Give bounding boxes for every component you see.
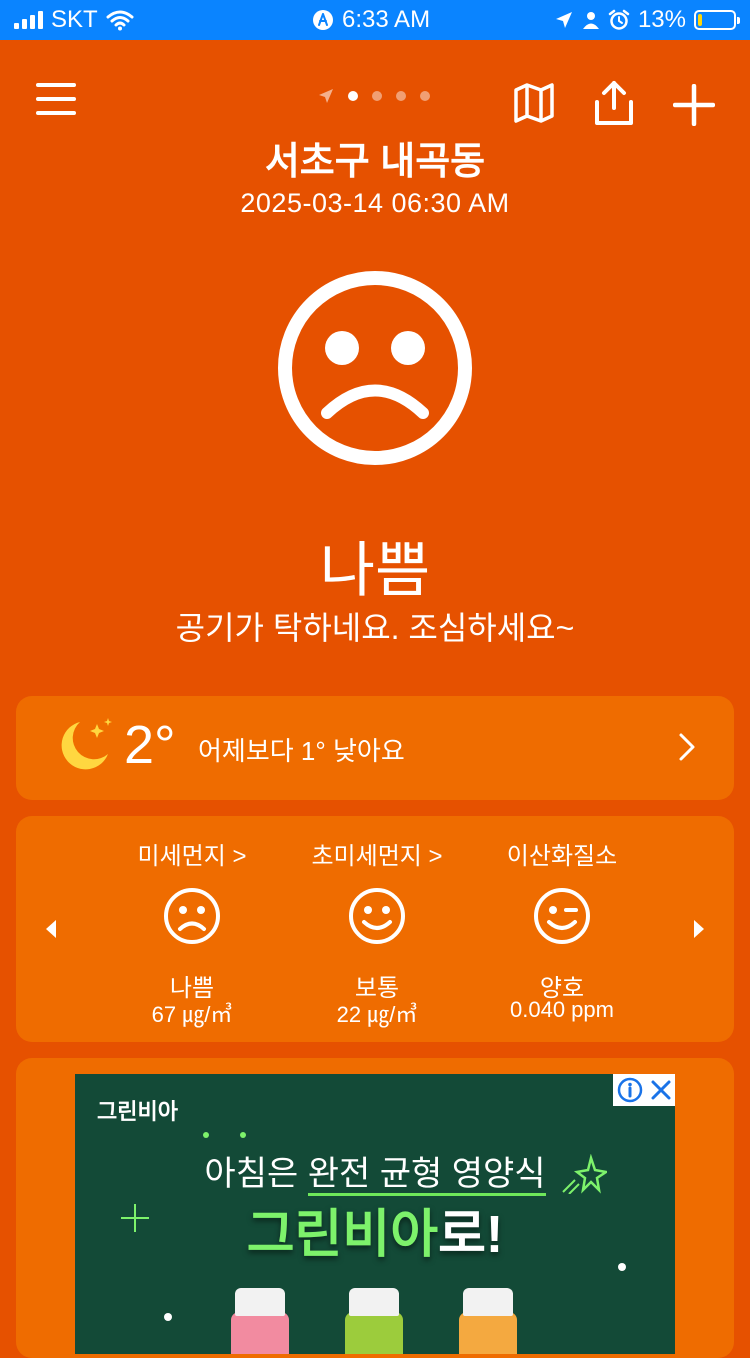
ad-brand-logo: 그린비아 — [97, 1099, 178, 1124]
person-icon — [582, 12, 599, 29]
air-item-value: 67 ㎍/㎥ — [151, 1002, 233, 1027]
map-icon[interactable] — [513, 82, 555, 124]
air-item-name: 초미세먼지 > — [311, 843, 443, 870]
sad-face-icon — [278, 271, 472, 465]
ad-brand-suffix: 로! — [438, 1206, 504, 1264]
moon-icon — [61, 718, 112, 770]
temperature: 2° — [124, 715, 176, 775]
battery-fill — [698, 14, 702, 26]
status-time: 6:33 AM — [342, 6, 431, 33]
app-store-icon — [313, 10, 333, 30]
sparkle-dot-icon — [164, 1313, 172, 1321]
ad-headline-prefix: 아침은 — [204, 1155, 308, 1193]
ad-controls — [613, 1074, 675, 1106]
battery-percent: 13% — [637, 6, 686, 33]
smile-face-icon — [349, 888, 405, 944]
menu-icon[interactable] — [36, 82, 76, 116]
ad-headline: 아침은 완전 균형 영양식 — [75, 1146, 675, 1196]
alarm-icon — [608, 9, 630, 30]
page-indicator — [318, 88, 430, 104]
chevron-right-icon[interactable] — [678, 732, 696, 762]
status-bar: SKT 6:33 AM 13% — [0, 0, 750, 40]
location-title[interactable]: 서초구 내곡동 — [0, 130, 750, 185]
ad-brand-title: 그린비아로! — [75, 1192, 675, 1267]
page-dot[interactable] — [372, 91, 382, 101]
product-bottle-orange — [459, 1288, 517, 1354]
status-right: 13% — [554, 6, 740, 34]
wink-face-icon — [534, 888, 590, 944]
wifi-icon — [106, 10, 134, 31]
carrier-label: SKT — [51, 6, 98, 33]
air-item-value: 22 ㎍/㎥ — [336, 1002, 418, 1027]
status-center: 6:33 AM — [312, 6, 430, 34]
ad-brand-name: 그린비아 — [246, 1206, 439, 1264]
status-left: SKT — [14, 6, 134, 34]
page-dot[interactable] — [348, 91, 358, 101]
weather-card[interactable]: 2° 어제보다 1° 낮아요 — [16, 696, 734, 800]
ad-banner[interactable]: 그린비아 아침은 완전 균형 영양식 그린비아로! — [75, 1074, 675, 1354]
air-item-name: 미세먼지 > — [137, 843, 247, 870]
air-item-value: 0.040 ppm — [510, 997, 614, 1022]
page-dot[interactable] — [396, 91, 406, 101]
measurement-time: 2025-03-14 06:30 AM — [240, 188, 510, 218]
current-location-icon — [319, 89, 333, 103]
page-dot[interactable] — [420, 91, 430, 101]
sad-face-icon — [164, 888, 220, 944]
close-icon[interactable] — [650, 1079, 672, 1101]
arrow-right-icon[interactable] — [692, 918, 706, 940]
product-bottle-pink — [231, 1288, 289, 1354]
location-arrow-icon — [555, 12, 572, 28]
sparkle-dot-icon — [618, 1263, 626, 1271]
sparkle-dot-icon — [203, 1132, 246, 1138]
air-quality-card: 미세먼지 > 나쁨 67 ㎍/㎥ 초미세먼지 > 보통 22 ㎍/㎥ 이산화질소… — [16, 816, 734, 1042]
ad-headline-underlined: 완전 균형 영양식 — [307, 1155, 546, 1196]
info-icon[interactable] — [617, 1077, 643, 1103]
cellular-signal-icon — [14, 11, 43, 29]
temperature-comparison: 어제보다 1° 낮아요 — [198, 736, 405, 766]
air-item-name: 이산화질소 — [506, 843, 618, 870]
arrow-left-icon[interactable] — [44, 918, 58, 940]
air-grade: 나쁨 — [319, 537, 431, 604]
battery-icon — [694, 10, 740, 30]
add-icon[interactable] — [673, 84, 715, 126]
product-bottle-green — [345, 1288, 403, 1354]
share-icon[interactable] — [593, 80, 635, 126]
air-message: 공기가 탁하네요. 조심하세요~ — [175, 610, 575, 646]
